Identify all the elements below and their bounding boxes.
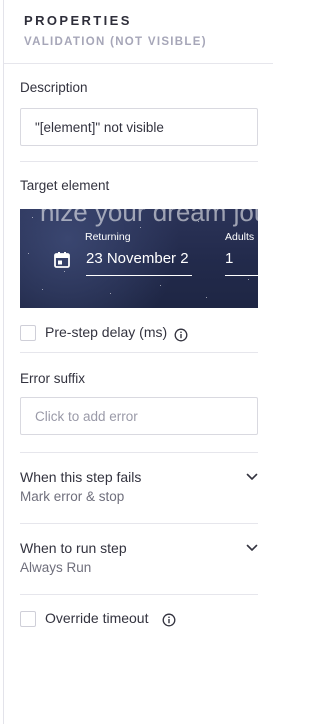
override-timeout-label[interactable]: Override timeout [45, 610, 148, 626]
divider [20, 161, 258, 162]
target-element-preview[interactable]: nize your dream jour Returning Adults 23… [20, 209, 258, 308]
run-when-dropdown-title[interactable]: When to run step [20, 540, 127, 556]
divider [20, 452, 258, 453]
on-fail-dropdown-value[interactable]: Mark error & stop [20, 489, 124, 504]
error-suffix-label: Error suffix [20, 371, 86, 386]
star [206, 297, 207, 298]
info-icon[interactable] [174, 328, 188, 342]
calendar-icon [54, 252, 70, 268]
preview-date-value: 23 November 2 [86, 250, 189, 267]
star [42, 289, 43, 290]
preview-date-underline [86, 275, 192, 276]
preview-returning-label: Returning [85, 231, 131, 243]
chevron-down-icon[interactable] [246, 544, 258, 552]
error-suffix-input[interactable]: Click to add error [20, 397, 258, 435]
on-fail-dropdown-title[interactable]: When this step fails [20, 469, 141, 485]
star [160, 285, 161, 286]
star [110, 293, 111, 294]
divider [20, 523, 258, 524]
panel-title: PROPERTIES [24, 13, 132, 28]
step-type-subtitle: VALIDATION (NOT VISIBLE) [24, 36, 207, 48]
preview-hero-text: nize your dream jour [40, 209, 258, 227]
star [64, 271, 65, 272]
star [248, 279, 249, 280]
description-label: Description [20, 80, 88, 95]
description-input[interactable]: "[element]" not visible [20, 108, 258, 146]
panel-header: PROPERTIES VALIDATION (NOT VISIBLE) [4, 0, 273, 64]
preview-adults-label: Adults [225, 231, 255, 243]
properties-panel: PROPERTIES VALIDATION (NOT VISIBLE) Desc… [3, 0, 273, 724]
override-timeout-checkbox[interactable] [20, 611, 36, 627]
divider [20, 352, 258, 353]
divider [20, 594, 258, 595]
target-element-label: Target element [20, 178, 110, 193]
preview-adults-underline [225, 275, 258, 276]
preview-adults-value: 1 [225, 250, 234, 267]
star [28, 253, 29, 254]
pre-step-delay-label[interactable]: Pre-step delay (ms) [45, 324, 167, 340]
star [32, 217, 33, 218]
run-when-dropdown-value[interactable]: Always Run [20, 560, 91, 575]
chevron-down-icon[interactable] [246, 473, 258, 481]
pre-step-delay-checkbox[interactable] [20, 325, 36, 341]
info-icon[interactable] [162, 613, 176, 627]
